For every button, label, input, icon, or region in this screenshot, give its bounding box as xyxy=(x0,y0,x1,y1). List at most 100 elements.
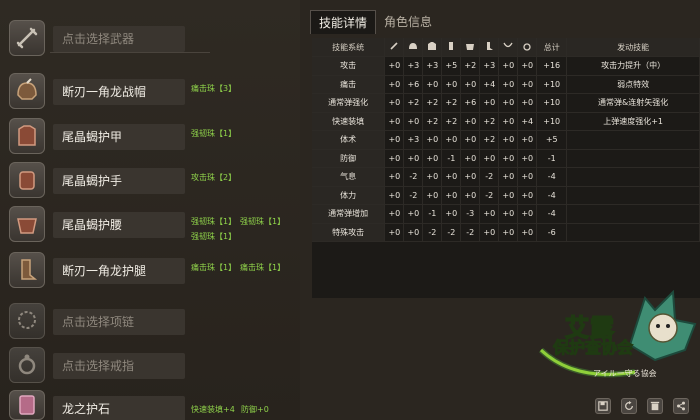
skill-point-cell: +2 xyxy=(441,112,462,131)
skill-total-cell: -4 xyxy=(536,186,568,205)
skill-point-cell: +0 xyxy=(384,56,405,76)
leg-skill-tag-2: 痛击珠【1】 xyxy=(240,263,286,272)
weapon-icon xyxy=(384,38,405,57)
skill-point-cell: +0 xyxy=(479,149,500,168)
skill-point-cell: +0 xyxy=(479,93,500,113)
waist-armor-icon xyxy=(9,206,45,242)
skill-point-cell: +0 xyxy=(479,204,500,224)
header-total: 总计 xyxy=(536,38,568,57)
divider xyxy=(50,52,210,53)
gauntlet-name[interactable]: 尾晶蝎护手 xyxy=(53,168,185,194)
skill-point-cell: +0 xyxy=(384,186,405,205)
chest-armor-icon xyxy=(422,38,443,57)
skill-system-name: 气息 xyxy=(312,167,386,187)
skill-system-name: 体术 xyxy=(312,130,386,150)
skill-point-cell: +0 xyxy=(498,112,519,131)
necklace-select-box[interactable]: 点击选择项链 xyxy=(53,309,185,335)
talisman-name[interactable]: 龙之护石 xyxy=(53,396,185,420)
skill-point-cell: +0 xyxy=(498,149,519,168)
skill-point-cell: +0 xyxy=(517,130,538,150)
leg-skill-tag-1: 痛击珠【1】 xyxy=(191,263,237,272)
skill-table-row: 防御 +0 +0 +0 -1 +0 +0 +0 +0 -1 xyxy=(312,149,700,168)
skill-total-cell: -1 xyxy=(536,149,568,168)
skill-system-name: 通常弹强化 xyxy=(312,93,386,113)
save-icon[interactable] xyxy=(595,398,611,414)
skill-point-cell: +0 xyxy=(460,167,481,187)
skill-table-row: 气息 +0 -2 +0 +0 +0 -2 +0 +0 -4 xyxy=(312,167,700,187)
ring-icon xyxy=(9,347,45,383)
skill-table-header: 技能系统 总计 发动技能 xyxy=(312,38,700,57)
skill-point-cell: +0 xyxy=(384,204,405,224)
active-skill-cell: 上弹速度强化+1 xyxy=(566,112,700,131)
weapon-select-box[interactable]: 点击选择武器 xyxy=(53,26,185,52)
talisman-slot[interactable]: 龙之护石 快速装填+4 防御+0 xyxy=(0,388,300,420)
waist-name[interactable]: 尾晶蝎护腰 xyxy=(53,212,185,238)
skill-table-row: 通常弹增加 +0 +0 -1 +0 -3 +0 +0 +0 -4 xyxy=(312,204,700,224)
skill-point-cell: +2 xyxy=(479,112,500,131)
skill-point-cell: -2 xyxy=(441,223,462,242)
tab-skill-details[interactable]: 技能详情 xyxy=(310,10,377,34)
skill-system-name: 痛击 xyxy=(312,75,386,94)
skill-point-cell: +0 xyxy=(498,93,519,113)
chest-slot[interactable]: 尾晶蝎护甲 强韧珠【1】 xyxy=(0,116,300,160)
skill-point-cell: +0 xyxy=(498,130,519,150)
skill-total-cell: +16 xyxy=(536,56,568,76)
delete-icon[interactable] xyxy=(647,398,663,414)
refresh-icon[interactable] xyxy=(621,398,637,414)
active-skill-cell xyxy=(566,204,700,224)
skill-point-cell: +0 xyxy=(403,223,424,242)
skill-point-cell: +0 xyxy=(517,204,538,224)
leg-name[interactable]: 断刃一角龙护腿 xyxy=(53,258,185,284)
gauntlet-slot[interactable]: 尾晶蝎护手 攻击珠【2】 xyxy=(0,160,300,204)
skill-point-cell: +4 xyxy=(479,75,500,94)
skill-table-row: 体力 +0 -2 +0 +0 +0 -2 +0 +0 -4 xyxy=(312,186,700,205)
skill-point-cell: +3 xyxy=(479,56,500,76)
skill-point-cell: +4 xyxy=(517,112,538,131)
weapon-icon xyxy=(9,20,45,56)
skill-point-cell: +0 xyxy=(498,223,519,242)
share-icon[interactable] xyxy=(673,398,689,414)
active-skill-cell: 通常弹&连射矢强化 xyxy=(566,93,700,113)
skill-point-cell: -2 xyxy=(422,223,443,242)
skill-point-cell: +0 xyxy=(384,112,405,131)
skill-point-cell: +0 xyxy=(517,56,538,76)
ring-select-box[interactable]: 点击选择戒指 xyxy=(53,353,185,379)
skill-table-row: 通常弹强化 +0 +2 +2 +2 +6 +0 +0 +0 +10 通常弹&连射矢强化 xyxy=(312,93,700,113)
skill-point-cell: +0 xyxy=(422,167,443,187)
skill-point-cell: +0 xyxy=(517,186,538,205)
skill-point-cell: +2 xyxy=(403,93,424,113)
chest-skill-tag: 强韧珠【1】 xyxy=(191,129,237,138)
skill-point-cell: +6 xyxy=(460,93,481,113)
skill-point-cell: +0 xyxy=(384,130,405,150)
skill-total-cell: -6 xyxy=(536,223,568,242)
ring-slot[interactable]: 点击选择戒指 xyxy=(0,345,300,389)
skill-point-cell: +5 xyxy=(441,56,462,76)
skill-table-row: 痛击 +0 +6 +0 +0 +0 +4 +0 +0 +10 弱点特效 xyxy=(312,75,700,94)
skill-point-cell: +0 xyxy=(517,223,538,242)
skill-point-cell: +0 xyxy=(498,167,519,187)
talisman-skill-tag-2: 防御+0 xyxy=(241,405,269,414)
skill-point-cell: +0 xyxy=(498,75,519,94)
skill-point-cell: +2 xyxy=(460,56,481,76)
skill-point-cell: -3 xyxy=(460,204,481,224)
skill-point-cell: +0 xyxy=(422,186,443,205)
helmet-name[interactable]: 断刃一角龙战帽 xyxy=(53,79,185,105)
waist-slot[interactable]: 尾晶蝎护腰 强韧珠【1】 强韧珠【1】 强韧珠【1】 xyxy=(0,204,300,248)
logo-line3: アイルー守る協会 xyxy=(593,369,657,378)
skill-point-cell: +0 xyxy=(422,75,443,94)
leg-slot[interactable]: 断刃一角龙护腿 痛击珠【1】 痛击珠【1】 xyxy=(0,250,300,294)
helmet-slot[interactable]: 断刃一角龙战帽 痛击珠【3】 xyxy=(0,71,300,115)
helmet-skill-tag: 痛击珠【3】 xyxy=(191,84,237,93)
skill-point-cell: +0 xyxy=(441,130,462,150)
necklace-slot[interactable]: 点击选择项链 xyxy=(0,301,300,345)
skill-system-name: 快速装填 xyxy=(312,112,386,131)
leg-armor-icon xyxy=(9,252,45,288)
necklace-icon xyxy=(498,38,519,57)
chest-name[interactable]: 尾晶蝎护甲 xyxy=(53,124,185,150)
weapon-slot[interactable]: 点击选择武器 xyxy=(0,18,300,62)
skill-table-row: 快速装填 +0 +0 +2 +2 +0 +2 +0 +4 +10 上弹速度强化+1 xyxy=(312,112,700,131)
skill-point-cell: +0 xyxy=(403,112,424,131)
active-skill-cell: 弱点特效 xyxy=(566,75,700,94)
skill-point-cell: +0 xyxy=(479,223,500,242)
tab-character-info[interactable]: 角色信息 xyxy=(376,10,440,34)
